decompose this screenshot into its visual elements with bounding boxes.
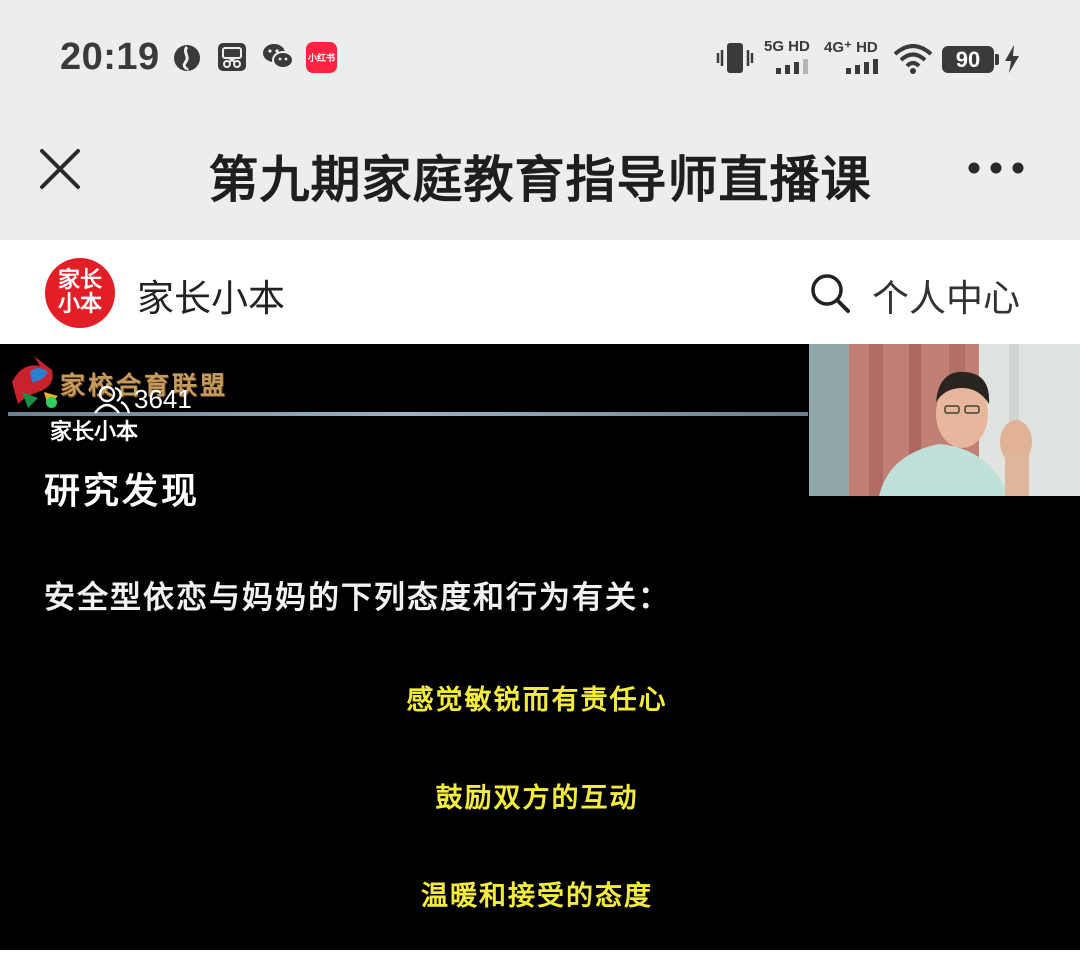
network-label-2: 4G⁺ HD bbox=[824, 39, 878, 56]
search-button[interactable] bbox=[808, 271, 852, 315]
more-button[interactable] bbox=[966, 158, 1026, 178]
presenter-video[interactable] bbox=[809, 344, 1080, 496]
slide-point: 温暖和接受的态度 bbox=[421, 881, 653, 912]
slide-point: 鼓励双方的互动 bbox=[435, 783, 639, 814]
viewer-count: 3641 bbox=[134, 384, 192, 414]
brand-name[interactable]: 家长小本 bbox=[137, 268, 285, 322]
signal-icon bbox=[776, 58, 812, 78]
personal-center-link[interactable]: 个人中心 bbox=[872, 268, 1020, 322]
channel-watermark: 家长小本 bbox=[50, 420, 139, 445]
screenshot-icon bbox=[217, 41, 247, 77]
battery-icon: 90 bbox=[942, 46, 999, 73]
wechat-icon bbox=[262, 41, 294, 75]
live-video-player[interactable]: 家校合育联盟 3641 家长小本 研究发现 安全型依恋与妈妈的下列态度和行为有关… bbox=[0, 344, 1080, 950]
slide-heading: 研究发现 bbox=[44, 471, 201, 512]
wifi-icon bbox=[893, 44, 933, 78]
page-title: 第九期家庭教育指导师直播课 bbox=[208, 151, 872, 209]
slide-point: 感觉敏锐而有责任心 bbox=[406, 685, 668, 716]
more-icon bbox=[968, 162, 1024, 174]
vibrate-icon bbox=[716, 41, 754, 79]
title-bar: 第九期家庭教育指导师直播课 bbox=[0, 118, 1080, 240]
live-indicator bbox=[46, 397, 57, 408]
xiaohongshu-icon: 小红书 bbox=[306, 42, 337, 73]
brand-logo-line2: 小本 bbox=[57, 292, 102, 317]
brand-logo[interactable]: 家长 小本 bbox=[45, 258, 115, 328]
network-label-1: 5G HD bbox=[764, 38, 810, 55]
status-bar: 20:19 小红书 5G HD 4G⁺ HD 90 bbox=[0, 0, 1080, 118]
signal-icon-2 bbox=[846, 58, 882, 78]
presenter-image bbox=[809, 344, 1080, 496]
charging-icon bbox=[1004, 45, 1020, 77]
status-time: 20:19 bbox=[60, 36, 160, 78]
slide-intro: 安全型依恋与妈妈的下列态度和行为有关： bbox=[44, 580, 671, 616]
brand-header: 家长 小本 家长小本 个人中心 bbox=[0, 240, 1080, 344]
brand-logo-line1: 家长 bbox=[57, 268, 102, 293]
alliance-logo-icon bbox=[8, 352, 64, 416]
search-icon bbox=[811, 274, 850, 313]
bottom-strip bbox=[0, 950, 1080, 960]
browser-icon bbox=[172, 41, 202, 77]
